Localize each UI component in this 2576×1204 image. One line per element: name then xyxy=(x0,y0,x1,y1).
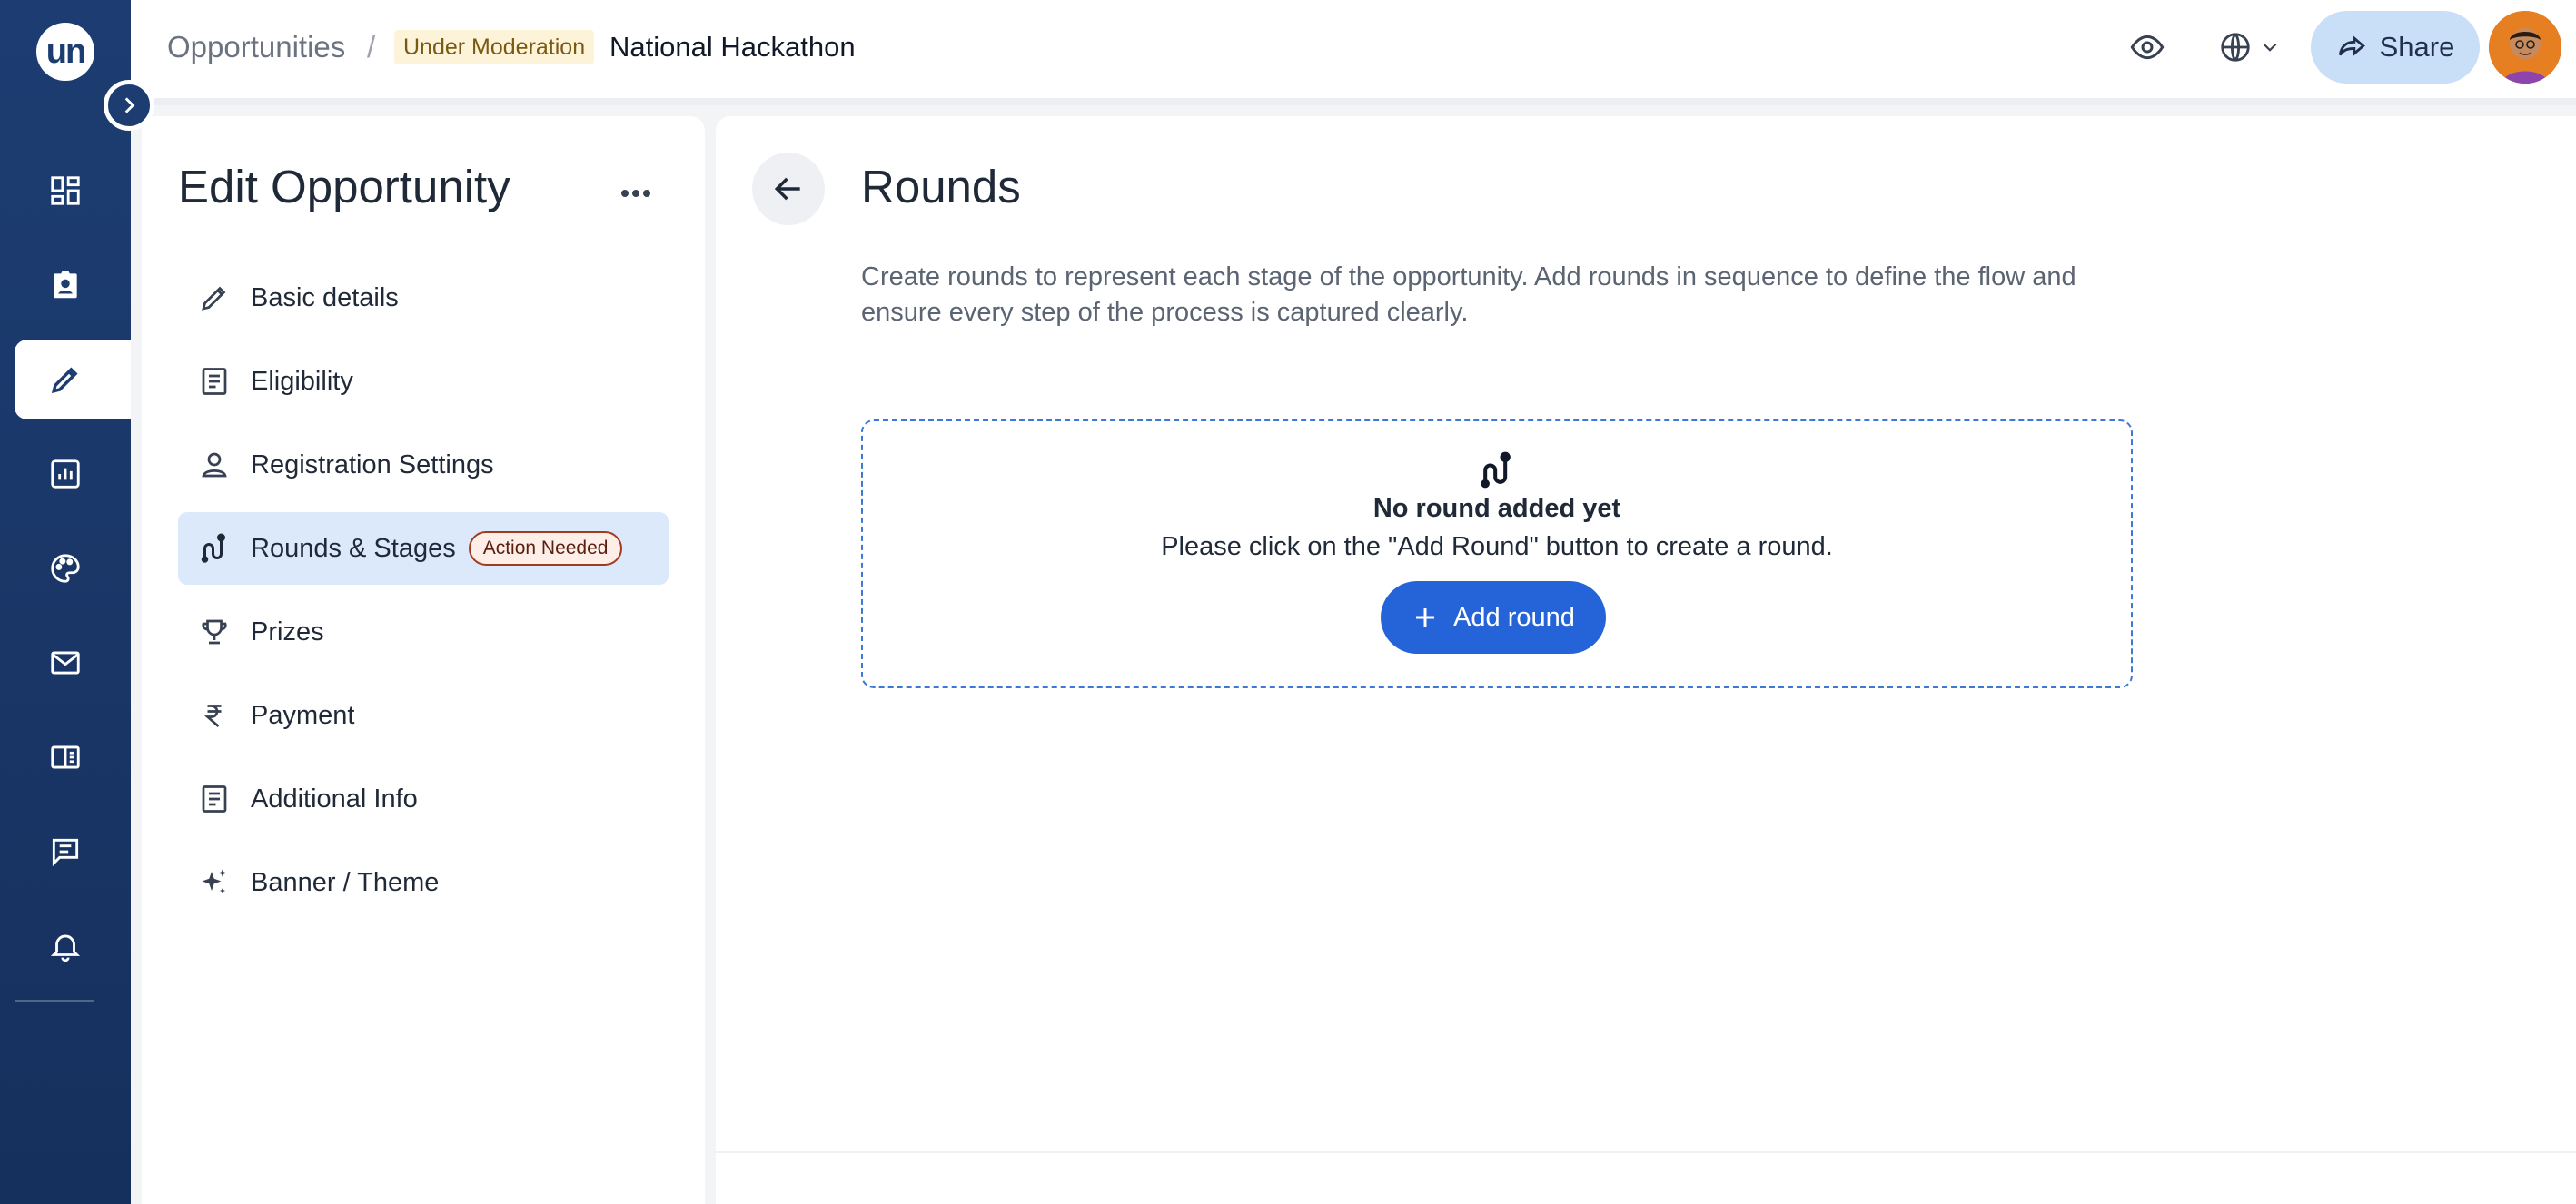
section-title: Rounds xyxy=(861,161,1021,212)
top-header: Opportunities / Under Moderation Nationa… xyxy=(131,0,2576,105)
language-selector[interactable] xyxy=(2209,24,2291,71)
pencil-icon xyxy=(202,286,226,311)
page-title: National Hackathon xyxy=(609,31,856,63)
document-icon xyxy=(202,785,227,813)
main-content: Rounds Create rounds to represent each s… xyxy=(716,116,2576,1204)
chat-icon xyxy=(52,838,79,867)
nav-item-basic-details[interactable]: Basic details xyxy=(178,262,669,334)
nav-item-eligibility[interactable]: Eligibility xyxy=(178,345,669,418)
dashboard-icon xyxy=(51,176,80,205)
nav-item-banner-theme[interactable]: Banner / Theme xyxy=(178,846,669,919)
route-icon xyxy=(1471,447,1522,494)
bell-icon xyxy=(50,934,81,962)
plus-icon xyxy=(1416,608,1435,627)
palette-icon xyxy=(51,554,80,583)
nav-item-prizes[interactable]: Prizes xyxy=(178,596,669,668)
back-button[interactable] xyxy=(752,153,825,225)
arrow-left-icon xyxy=(774,177,800,201)
sidebar-toggle-button[interactable] xyxy=(104,80,154,131)
rail-item-notifications[interactable] xyxy=(15,906,131,986)
left-rail: un xyxy=(0,0,131,1204)
action-needed-badge: Action Needed xyxy=(468,531,623,566)
nav-item-rounds-stages[interactable]: Rounds & Stages Action Needed xyxy=(178,512,669,585)
analytics-icon xyxy=(51,459,80,489)
rail-item-analytics[interactable] xyxy=(15,434,131,514)
globe-icon xyxy=(2221,33,2250,62)
book-icon xyxy=(51,745,80,769)
route-icon xyxy=(201,533,225,563)
empty-state-subtitle: Please click on the "Add Round" button t… xyxy=(1161,532,1833,561)
breadcrumb-separator: / xyxy=(367,30,376,64)
status-badge: Under Moderation xyxy=(394,30,595,64)
edit-panel-title: Edit Opportunity xyxy=(178,161,510,212)
mail-icon xyxy=(51,651,80,675)
chevron-right-icon xyxy=(124,97,135,113)
more-options-button[interactable] xyxy=(609,171,663,216)
breadcrumb-opportunities[interactable]: Opportunities xyxy=(167,0,345,94)
share-label: Share xyxy=(2379,31,2455,63)
edit-opportunity-panel: Edit Opportunity Basic details Eligibili… xyxy=(142,116,705,1204)
nav-label: Banner / Theme xyxy=(251,867,440,897)
share-button[interactable]: Share xyxy=(2311,11,2480,84)
share-icon xyxy=(2338,35,2365,57)
rail-item-palette[interactable] xyxy=(15,528,131,608)
more-horizontal-icon xyxy=(621,190,650,197)
preview-button[interactable] xyxy=(2124,24,2171,71)
rupee-icon xyxy=(203,705,222,728)
footer-divider xyxy=(716,1151,2576,1153)
nav-label: Payment xyxy=(251,700,355,730)
empty-rounds-state: No round added yet Please click on the "… xyxy=(861,419,2133,688)
nav-label: Additional Info xyxy=(251,784,418,814)
rail-divider xyxy=(15,1000,94,1002)
empty-state-title: No round added yet xyxy=(1372,494,1621,523)
section-description: Create rounds to represent each stage of… xyxy=(861,262,2076,327)
nav-label: Basic details xyxy=(251,282,399,312)
add-round-label: Add round xyxy=(1453,602,1575,632)
trophy-icon xyxy=(202,619,227,645)
rail-item-dashboard[interactable] xyxy=(15,151,131,231)
rail-item-badge[interactable] xyxy=(15,245,131,325)
nav-item-registration-settings[interactable]: Registration Settings xyxy=(178,429,669,501)
rail-item-chat[interactable] xyxy=(15,812,131,892)
nav-label: Prizes xyxy=(251,617,324,646)
badge-icon xyxy=(54,271,77,299)
rail-item-edit[interactable] xyxy=(15,340,131,419)
user-avatar[interactable] xyxy=(2489,11,2561,84)
chevron-down-icon xyxy=(2263,43,2277,52)
rail-item-mail[interactable] xyxy=(15,623,131,703)
eye-icon xyxy=(2130,35,2165,60)
avatar-illustration xyxy=(2489,11,2561,84)
nav-item-additional-info[interactable]: Additional Info xyxy=(178,763,669,835)
document-icon xyxy=(202,368,227,395)
rail-item-book[interactable] xyxy=(15,717,131,797)
nav-label: Eligibility xyxy=(251,366,353,396)
nav-label: Registration Settings xyxy=(251,449,494,479)
nav-label: Rounds & Stages xyxy=(251,533,456,563)
sparkle-icon xyxy=(202,869,227,893)
person-icon xyxy=(202,452,227,478)
nav-item-payment[interactable]: Payment xyxy=(178,679,669,752)
pencil-icon xyxy=(51,367,78,394)
add-round-button[interactable]: Add round xyxy=(1381,581,1606,654)
logo-mark: un xyxy=(36,23,94,81)
